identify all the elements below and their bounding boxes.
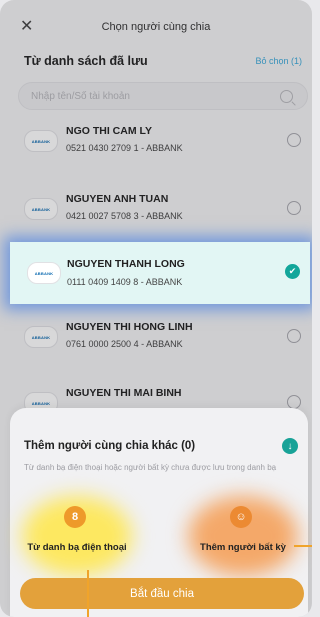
bank-logo: ABBANK: [24, 198, 58, 220]
unselect-button[interactable]: Bỏ chọn (1): [255, 56, 302, 66]
bank-logo: ABBANK: [24, 326, 58, 348]
search-icon[interactable]: [280, 90, 293, 103]
start-split-label: Bắt đầu chia: [130, 587, 194, 600]
contact-account: 0421 0027 5708 3 - ABBANK: [66, 211, 183, 221]
contact-item[interactable]: ABBANK NGUYEN ANH TUAN 0421 0027 5708 3 …: [0, 180, 312, 244]
saved-list-title: Từ danh sách đã lưu: [24, 54, 148, 68]
page-title: Chọn người cùng chia: [101, 21, 211, 33]
check-icon[interactable]: ✔: [285, 264, 300, 279]
contact-item[interactable]: ABBANK NGUYEN THI HONG LINH 0761 0000 25…: [0, 308, 312, 372]
start-split-button[interactable]: Bắt đầu chia: [20, 578, 304, 609]
radio-button[interactable]: [287, 329, 301, 343]
contact-account: 0761 0000 2500 4 - ABBANK: [66, 339, 183, 349]
pointer-line: [294, 545, 312, 547]
contact-item-selected[interactable]: ABBANK NGUYEN THANH LONG 0111 0409 1409 …: [10, 242, 310, 304]
add-anyone-option-label: Thêm người bất kỳ: [200, 542, 286, 553]
header: ✕ Chọn người cùng chia: [0, 0, 312, 56]
radio-button[interactable]: [287, 201, 301, 215]
bank-logo: ABBANK: [24, 130, 58, 152]
add-section-title: Thêm người cùng chia khác (0): [24, 440, 196, 452]
person-icon: ☺: [230, 506, 252, 528]
contact-name: NGUYEN THI MAI BINH: [66, 387, 182, 399]
contact-item[interactable]: ABBANK NGO THI CAM LY 0521 0430 2709 1 -…: [0, 112, 312, 176]
radio-button[interactable]: [287, 395, 301, 409]
contact-name: NGUYEN THI HONG LINH: [66, 321, 193, 333]
bank-logo: ABBANK: [27, 262, 61, 284]
contact-name: NGUYEN ANH TUAN: [66, 193, 169, 205]
radio-button[interactable]: [287, 133, 301, 147]
phonebook-option-label: Từ danh bạ điện thoại: [27, 542, 127, 553]
pointer-line: [87, 570, 89, 617]
phonebook-option[interactable]: 8 Từ danh bạ điện thoại: [2, 496, 152, 586]
add-section-description: Từ danh bạ điện thoại hoặc người bất kỳ …: [24, 463, 277, 472]
search-input[interactable]: Nhập tên/Số tài khoản: [18, 82, 308, 110]
contact-account: 0111 0409 1409 8 - ABBANK: [67, 277, 183, 287]
contact-account: 0521 0430 2709 1 - ABBANK: [66, 143, 183, 153]
search-placeholder: Nhập tên/Số tài khoản: [31, 91, 130, 102]
contact-name: NGO THI CAM LY: [66, 125, 152, 137]
add-people-sheet: Thêm người cùng chia khác (0) ↓ Từ danh …: [10, 408, 312, 617]
phonebook-icon: 8: [64, 506, 86, 528]
chevron-down-icon[interactable]: ↓: [282, 438, 298, 454]
contact-name: NGUYEN THANH LONG: [67, 258, 185, 270]
add-anyone-option[interactable]: ☺ Thêm người bất kỳ: [168, 496, 312, 586]
phone-screen: ✕ Chọn người cùng chia Từ danh sách đã l…: [0, 0, 312, 617]
